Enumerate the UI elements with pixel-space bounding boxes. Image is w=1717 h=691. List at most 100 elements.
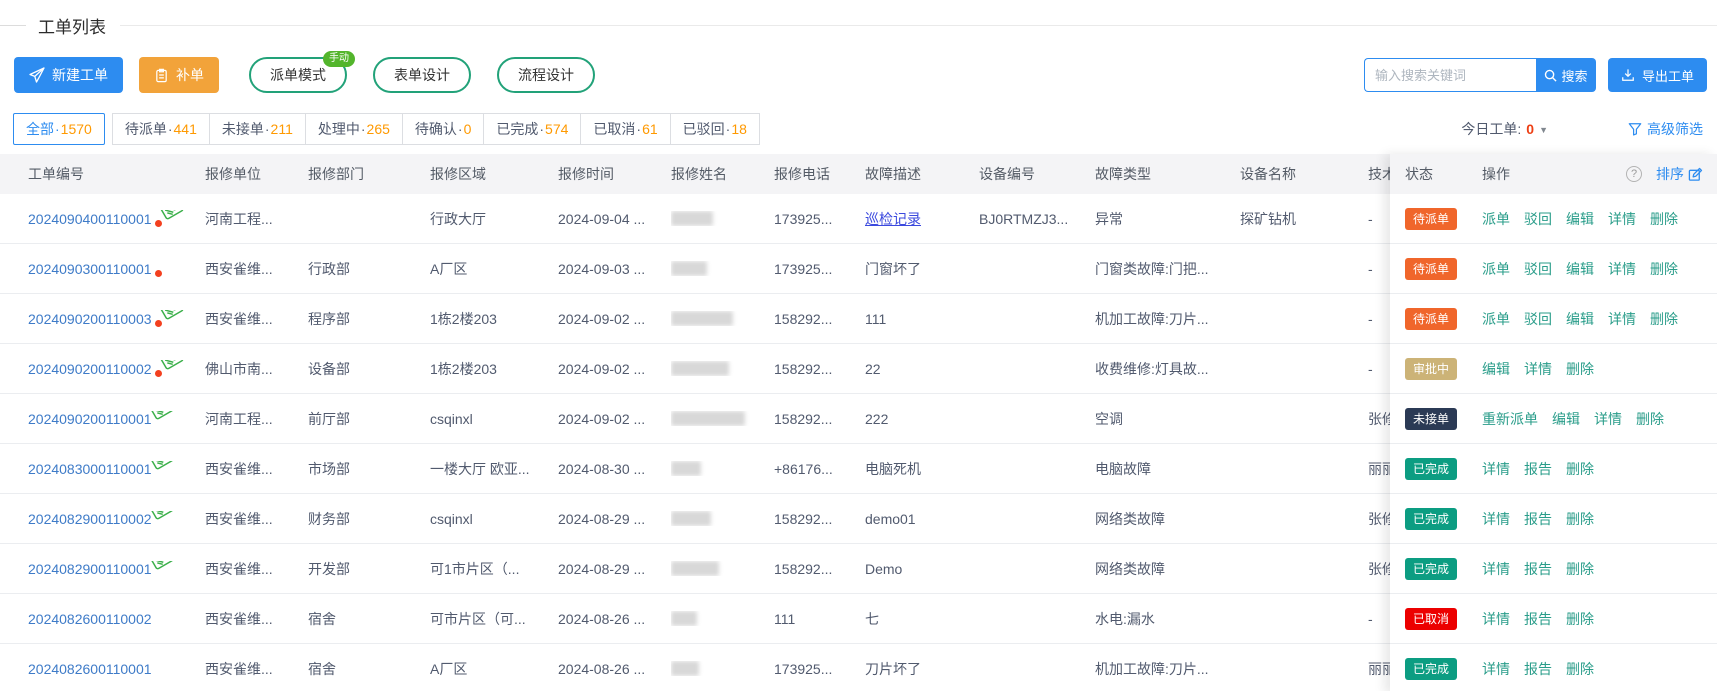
repair-area-cell: A厂区 (430, 259, 558, 279)
search-input[interactable] (1364, 58, 1536, 92)
action-link[interactable]: 删除 (1650, 259, 1678, 279)
blurred-name (671, 411, 745, 426)
action-link[interactable]: 驳回 (1524, 309, 1552, 329)
tab-status-1[interactable]: 待派单·441 (112, 113, 210, 145)
repair-time-cell: 2024-09-02 ... (558, 311, 671, 327)
order-number-link[interactable]: 2024082900110002 (28, 511, 152, 527)
tab-status-4[interactable]: 待确认·0 (402, 113, 484, 145)
action-link[interactable]: 删除 (1566, 559, 1594, 579)
repair-area-cell: csqinxl (430, 411, 558, 427)
action-link[interactable]: 重新派单 (1482, 409, 1538, 429)
action-link[interactable]: 详情 (1482, 659, 1510, 679)
repair-name-cell (671, 561, 774, 576)
status-badge: 已取消 (1405, 608, 1457, 630)
action-link[interactable]: 详情 (1482, 459, 1510, 479)
action-link[interactable]: 详情 (1608, 309, 1636, 329)
action-link[interactable]: 删除 (1650, 309, 1678, 329)
repair-name-cell (671, 411, 774, 426)
action-link[interactable]: 编辑 (1566, 259, 1594, 279)
repair-time-cell: 2024-08-29 ... (558, 511, 671, 527)
tab-label: 待确认 (415, 119, 457, 139)
order-number-link[interactable]: 2024090200110002 (28, 361, 152, 377)
tab-separator: · (458, 121, 463, 137)
action-link[interactable]: 详情 (1608, 259, 1636, 279)
repair-time-cell: 2024-09-03 ... (558, 261, 671, 277)
order-number-link[interactable]: 2024090200110003 (28, 311, 152, 327)
actions-cell: 派单驳回编辑详情删除 (1482, 259, 1678, 279)
tab-separator: · (726, 121, 731, 137)
action-link[interactable]: 详情 (1482, 559, 1510, 579)
action-link[interactable]: 详情 (1608, 209, 1636, 229)
order-id-cell: 2024090200110003 (28, 310, 205, 327)
supplement-label: 补单 (176, 65, 204, 85)
tab-status-2[interactable]: 未接单·211 (209, 113, 306, 145)
action-link[interactable]: 报告 (1524, 559, 1552, 579)
order-id-cell: 2024082900110001 (28, 561, 205, 577)
repair-dept-cell: 开发部 (308, 559, 430, 579)
advanced-filter-link[interactable]: 高级筛选 (1628, 119, 1703, 139)
fault-desc-link[interactable]: 巡检记录 (865, 209, 921, 229)
action-link[interactable]: 删除 (1566, 609, 1594, 629)
column-header-6: 报修电话 (774, 164, 865, 184)
action-link[interactable]: 报告 (1524, 609, 1552, 629)
action-link[interactable]: 删除 (1566, 659, 1594, 679)
new-order-button[interactable]: 新建工单 (14, 57, 123, 93)
sort-link[interactable]: 排序 (1656, 164, 1703, 184)
supplement-order-button[interactable]: 补单 (139, 57, 219, 93)
tab-status-0[interactable]: 全部·1570 (13, 113, 105, 145)
action-link[interactable]: 报告 (1524, 459, 1552, 479)
tab-status-5[interactable]: 已完成·574 (483, 113, 581, 145)
action-link[interactable]: 编辑 (1552, 409, 1580, 429)
action-link[interactable]: 派单 (1482, 209, 1510, 229)
action-link[interactable]: 删除 (1636, 409, 1664, 429)
order-number-link[interactable]: 2024090200110001 (28, 411, 152, 427)
action-link[interactable]: 删除 (1566, 459, 1594, 479)
order-id-cell: 2024090300110001 (28, 260, 205, 277)
action-link[interactable]: 详情 (1524, 359, 1552, 379)
order-number-link[interactable]: 2024090400110001 (28, 211, 152, 227)
action-link[interactable]: 派单 (1482, 309, 1510, 329)
action-link[interactable]: 详情 (1482, 609, 1510, 629)
action-link[interactable]: 驳回 (1524, 209, 1552, 229)
tab-status-6[interactable]: 已取消·61 (580, 113, 670, 145)
action-link[interactable]: 编辑 (1566, 209, 1594, 229)
action-link[interactable]: 删除 (1566, 359, 1594, 379)
today-orders-dropdown[interactable]: 今日工单: 0 ▼ (1461, 119, 1548, 139)
dispatch-mode-button[interactable]: 派单模式 手动 (249, 57, 347, 93)
action-link[interactable]: 报告 (1524, 659, 1552, 679)
repair-dept-cell: 财务部 (308, 509, 430, 529)
action-link[interactable]: 删除 (1566, 509, 1594, 529)
action-link[interactable]: 报告 (1524, 509, 1552, 529)
form-design-button[interactable]: 表单设计 (373, 57, 471, 93)
repair-dept-cell: 行政部 (308, 259, 430, 279)
action-link[interactable]: 编辑 (1566, 309, 1594, 329)
action-link[interactable]: 派单 (1482, 259, 1510, 279)
repair-name-cell (671, 361, 774, 376)
action-link[interactable]: 详情 (1482, 509, 1510, 529)
dispatch-mode-label: 派单模式 (270, 65, 326, 85)
order-number-link[interactable]: 2024082600110001 (28, 661, 152, 677)
repair-name-cell (671, 661, 774, 676)
action-link[interactable]: 编辑 (1482, 359, 1510, 379)
order-number-link[interactable]: 2024090300110001 (28, 261, 152, 277)
help-icon[interactable]: ? (1626, 166, 1642, 182)
action-link[interactable]: 删除 (1650, 209, 1678, 229)
table-row-fixed: 已完成详情报告删除 (1390, 644, 1717, 691)
order-number-link[interactable]: 2024083000110001 (28, 461, 152, 477)
action-column-header: 操作 (1482, 164, 1626, 184)
search-button[interactable]: 搜索 (1536, 58, 1596, 92)
blurred-name (671, 511, 711, 526)
tab-status-3[interactable]: 处理中·265 (305, 113, 403, 145)
fault-type-cell: 收费维修:灯具故... (1095, 359, 1240, 379)
work-order-table: 工单编号报修单位报修部门报修区域报修时间报修姓名报修电话故障描述设备编号故障类型… (0, 154, 1717, 691)
repair-time-cell: 2024-08-26 ... (558, 611, 671, 627)
action-link[interactable]: 驳回 (1524, 259, 1552, 279)
order-number-link[interactable]: 2024082600110002 (28, 611, 152, 627)
action-link[interactable]: 详情 (1594, 409, 1622, 429)
fault-desc-cell: 电脑死机 (865, 459, 979, 479)
export-orders-button[interactable]: 导出工单 (1608, 58, 1707, 92)
tab-status-7[interactable]: 已驳回·18 (670, 113, 760, 145)
actions-cell: 详情报告删除 (1482, 659, 1594, 679)
flow-design-button[interactable]: 流程设计 (497, 57, 595, 93)
order-number-link[interactable]: 2024082900110001 (28, 561, 152, 577)
